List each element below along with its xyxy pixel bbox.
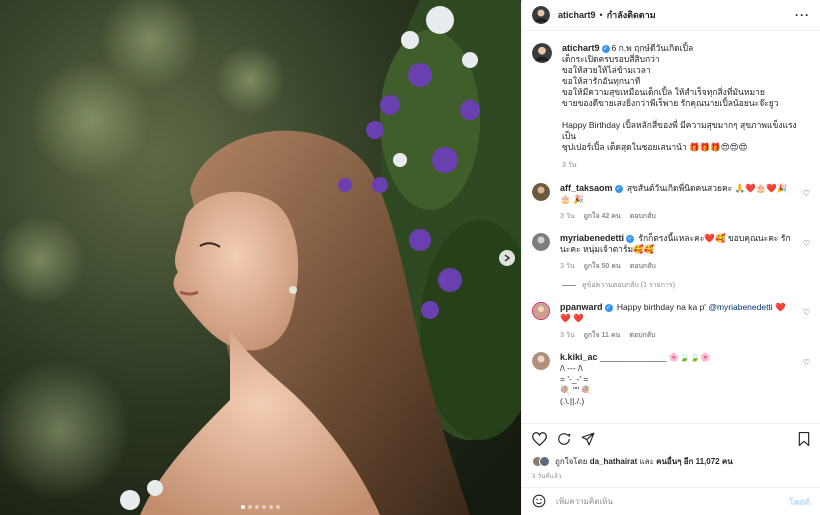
liked-by-connector: และ xyxy=(639,456,654,466)
following-button[interactable]: กำลังติดตาม xyxy=(607,8,656,22)
comment-ascii-line: /\ --- /\ xyxy=(560,363,583,373)
next-image-button[interactable] xyxy=(499,250,515,266)
liker-avatar xyxy=(539,455,550,467)
verified-badge-icon: ✓ xyxy=(601,44,610,53)
caption-entry: atichart9 ✓ 6 ก.พ ฤกษ์ดีวันเกิดเปิ้ล เด็กร… xyxy=(532,43,810,171)
caption-line: ขายของดีขายเสงยิ่งกว่าพีเร็พาย รักคุณนาย… xyxy=(562,98,779,108)
reply-button[interactable]: ตอบกลับ xyxy=(629,330,655,341)
comment-avatar[interactable] xyxy=(532,233,550,251)
comment-likes[interactable]: ถูกใจ 42 คน xyxy=(584,211,621,222)
comments-list: atichart9 ✓ 6 ก.พ ฤกษ์ดีวันเกิดเปิ้ล เด็กร… xyxy=(522,31,820,423)
post-panel: atichart9 • กำลังติดตาม ··· atichart9 ✓ 6 … xyxy=(521,0,820,515)
caption-line: เด็กระเปิดครบรอบสี่สิบกว่า xyxy=(562,54,660,64)
comment-time[interactable]: 3 วัน xyxy=(560,261,575,272)
add-comment-bar: โพสต์ xyxy=(522,487,820,515)
bookmark-icon[interactable] xyxy=(798,431,810,446)
post-actions xyxy=(522,423,820,453)
comment-item: k.kiki_ac ______________ 🌸🍃🍃🌸 /\ --- /\ =… xyxy=(532,352,810,407)
caption-line: 6 ก.พ ฤกษ์ดีวันเกิดเปิ้ล xyxy=(611,43,694,53)
comment-ascii-line: (.\.||./.) xyxy=(560,396,585,406)
carousel-dot[interactable] xyxy=(241,505,245,509)
reply-button[interactable]: ตอบกลับ xyxy=(630,211,656,222)
comment-avatar[interactable] xyxy=(532,302,550,320)
comment-bubble-icon[interactable] xyxy=(557,432,571,446)
like-comment-heart-icon[interactable]: ♡ xyxy=(803,239,810,248)
liker-username[interactable]: da_hathairat xyxy=(590,457,638,466)
verified-badge-icon: ✓ xyxy=(614,184,623,193)
carousel-dot[interactable] xyxy=(248,505,252,509)
caption-time[interactable]: 3 วัน xyxy=(562,160,577,171)
comment-username[interactable]: ppanward xyxy=(560,302,603,312)
replies-line xyxy=(562,285,576,286)
carousel-dot[interactable] xyxy=(276,505,280,509)
others-likes-link[interactable]: คนอื่นๆ อีก 11,072 คน xyxy=(656,455,733,468)
comment-text: Happy birthday na ka p' xyxy=(616,302,706,312)
comment-avatar[interactable] xyxy=(532,352,550,370)
post-comment-button[interactable]: โพสต์ xyxy=(789,495,810,509)
caption-avatar[interactable] xyxy=(532,43,552,63)
comment-item: myriabenedetti ✓ รักก็ตรงนี้แหละคะ❤️🥰 ขอบ… xyxy=(532,233,810,272)
more-options-icon[interactable]: ··· xyxy=(795,8,810,22)
carousel-dot[interactable] xyxy=(255,505,259,509)
view-replies-label: ดูข้อความตอบกลับ (1 รายการ) xyxy=(582,282,676,289)
liked-by-prefix: ถูกใจโดย xyxy=(555,456,588,466)
caption-line: ขอให้สวยให้ไล่ข้ามเวลา xyxy=(562,65,651,75)
carousel-dot[interactable] xyxy=(262,505,266,509)
post-photo[interactable] xyxy=(0,0,521,515)
comment-time[interactable]: 3 วัน xyxy=(560,330,575,341)
caption-line xyxy=(562,109,810,120)
comment-likes[interactable]: ถูกใจ 11 คน xyxy=(584,330,621,341)
post-header: atichart9 • กำลังติดตาม ··· xyxy=(522,0,820,31)
author-avatar[interactable] xyxy=(532,6,550,24)
comment-ascii-line: = '-_-' = xyxy=(560,374,589,384)
view-replies-button[interactable]: ดูข้อความตอบกลับ (1 รายการ) xyxy=(562,280,810,291)
comment-username[interactable]: aff_taksaom xyxy=(560,183,613,193)
post-modal: atichart9 • กำลังติดตาม ··· atichart9 ✓ 6 … xyxy=(0,0,820,515)
caption-text: atichart9 ✓ 6 ก.พ ฤกษ์ดีวันเกิดเปิ้ล xyxy=(562,43,810,54)
carousel-dot[interactable] xyxy=(269,505,273,509)
caption-line: ซุปเปอร์เปิ้ล เด็ดสุดในซอยเสนาน้า 🎁🎁🎁😍😍😍 xyxy=(562,142,748,152)
post-date[interactable]: 3 วันที่แล้ว xyxy=(522,469,820,487)
comment-text: ______________ 🌸🍃🍃🌸 xyxy=(599,352,711,362)
caption-line: ขอให้มีความสุขเหมือนเด็กเปิ้ล ให้สำเร็จท… xyxy=(562,87,765,97)
caption-username[interactable]: atichart9 xyxy=(562,43,600,53)
comment-username[interactable]: k.kiki_ac xyxy=(560,352,598,362)
portrait-image xyxy=(0,0,521,515)
chevron-right-icon xyxy=(504,254,510,262)
like-comment-heart-icon[interactable]: ♡ xyxy=(803,308,810,317)
emoji-smiley-icon[interactable] xyxy=(532,494,546,510)
like-comment-heart-icon[interactable]: ♡ xyxy=(803,358,810,367)
caption-line: Happy Birthday เปิ้ลหลักสี่ของพี่ มีความ… xyxy=(562,120,797,141)
mention-link[interactable]: @myriabenedetti xyxy=(708,302,772,312)
caption-line: ขอให้สารักอันทุกนาที xyxy=(562,76,641,86)
share-paper-plane-icon[interactable] xyxy=(581,432,595,446)
header-separator: • xyxy=(599,10,603,20)
comment-item: aff_taksaom ✓ สุขสันต์วันเกิดพี่นิดคนสวยค… xyxy=(532,183,810,222)
carousel-dots xyxy=(0,505,521,509)
comment-item: ppanward ✓ Happy birthday na ka p' @myria… xyxy=(532,302,810,341)
reply-button[interactable]: ตอบกลับ xyxy=(630,261,656,272)
like-heart-icon[interactable] xyxy=(532,431,547,446)
liked-by-summary: ถูกใจโดย da_hathairat และ คนอื่นๆ อีก 11… xyxy=(522,453,820,469)
comment-username[interactable]: myriabenedetti xyxy=(560,233,624,243)
comment-time[interactable]: 3 วัน xyxy=(560,211,575,222)
comment-avatar[interactable] xyxy=(532,183,550,201)
like-comment-heart-icon[interactable]: ♡ xyxy=(803,189,810,198)
comment-input[interactable] xyxy=(556,497,790,506)
comment-likes[interactable]: ถูกใจ 50 คน xyxy=(584,261,621,272)
verified-badge-icon: ✓ xyxy=(626,234,635,243)
comment-ascii-line: 🍭 "" 🍭 xyxy=(560,385,592,395)
author-username[interactable]: atichart9 xyxy=(558,10,596,20)
verified-badge-icon: ✓ xyxy=(604,303,613,312)
